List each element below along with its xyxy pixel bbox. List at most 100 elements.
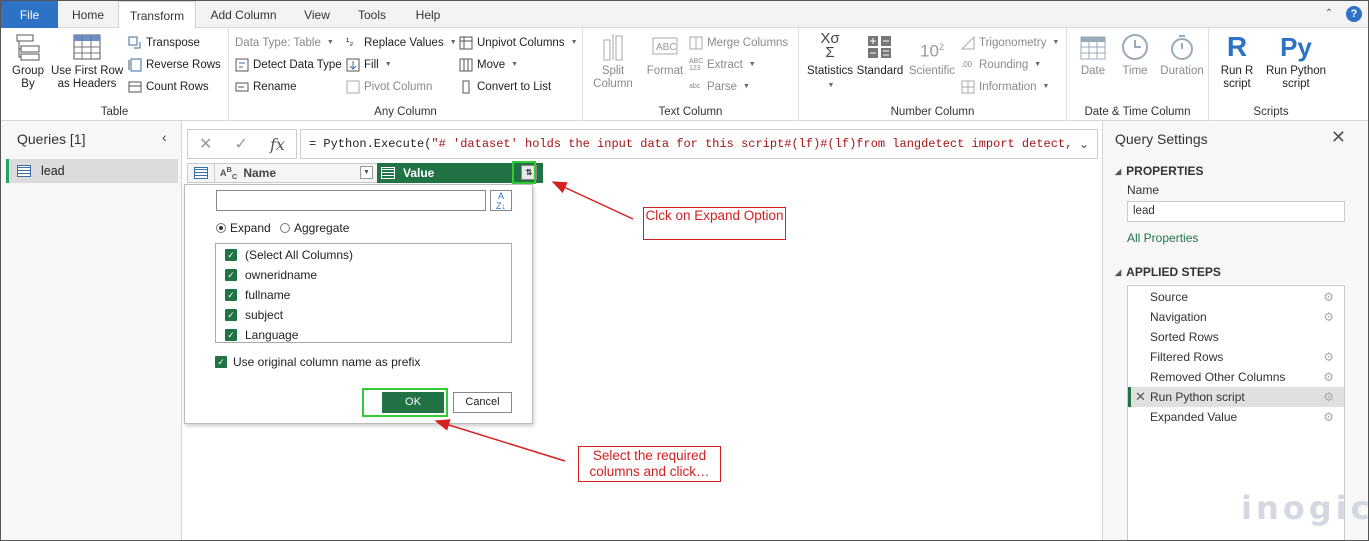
name-label: Name	[1127, 183, 1160, 197]
collapse-ribbon-icon[interactable]: ⌃	[1322, 7, 1336, 21]
step-label: Sorted Rows	[1150, 330, 1219, 344]
column-option-subject[interactable]: ✓ subject	[225, 306, 283, 324]
step-filtered-rows[interactable]: Filtered Rows ⚙	[1128, 347, 1344, 367]
date-button[interactable]: Date	[1073, 32, 1113, 78]
standard-label: Standard	[856, 65, 904, 77]
close-icon[interactable]: ✕	[1331, 127, 1346, 148]
gear-icon[interactable]: ⚙	[1323, 287, 1334, 307]
convert-to-list-button[interactable]: Convert to List	[459, 78, 551, 96]
standard-button[interactable]: Standard	[855, 32, 905, 78]
step-navigation[interactable]: Navigation ⚙	[1128, 307, 1344, 327]
count-rows-button[interactable]: Count Rows	[128, 78, 209, 96]
tab-add-column[interactable]: Add Column	[196, 1, 291, 28]
menu-bar: File Home Transform Add Column View Tool…	[1, 1, 1368, 29]
step-expanded-value[interactable]: Expanded Value ⚙	[1128, 407, 1344, 427]
gear-icon[interactable]: ⚙	[1323, 387, 1334, 407]
use-first-row-button[interactable]: Use First Row as Headers	[51, 32, 123, 91]
duration-label: Duration	[1160, 65, 1204, 77]
group-label-any-column: Any Column	[374, 106, 437, 118]
run-r-script-button[interactable]: R Run R script	[1215, 32, 1259, 91]
all-properties-link[interactable]: All Properties	[1127, 231, 1198, 245]
scientific-button[interactable]: 102 Scientific	[907, 32, 957, 78]
properties-section[interactable]: ◢ PROPERTIES	[1115, 164, 1204, 178]
extract-button[interactable]: ABC 123 Extract ▼	[689, 56, 756, 74]
duration-button[interactable]: Duration	[1157, 32, 1207, 78]
expand-highlight	[512, 161, 536, 184]
parse-label: Parse	[707, 81, 738, 93]
group-by-icon	[13, 32, 43, 62]
query-settings-title: Query Settings	[1115, 131, 1208, 147]
tab-help[interactable]: Help	[401, 1, 455, 28]
aggregate-radio[interactable]: Aggregate	[280, 221, 349, 235]
merge-columns-button[interactable]: Merge Columns	[689, 34, 788, 52]
rename-icon	[235, 80, 249, 94]
trigonometry-button[interactable]: Trigonometry ▼	[960, 34, 1059, 52]
tab-tools[interactable]: Tools	[343, 1, 401, 28]
unpivot-columns-button[interactable]: Unpivot Columns ▼	[459, 34, 578, 52]
delete-step-icon[interactable]: ✕	[1135, 387, 1146, 407]
run-python-script-button[interactable]: Py Run Python script	[1261, 32, 1331, 91]
help-icon[interactable]: ?	[1346, 6, 1362, 22]
step-run-python-script[interactable]: ✕ Run Python script ⚙	[1128, 387, 1344, 407]
count-rows-icon	[128, 80, 142, 94]
statistics-button[interactable]: Xσ Σ Statistics ▼	[805, 31, 855, 92]
step-label: Removed Other Columns	[1150, 370, 1286, 384]
expand-radio[interactable]: Expand	[216, 221, 271, 235]
group-by-button[interactable]: Group By	[7, 32, 49, 91]
column-option-fullname[interactable]: ✓ fullname	[225, 286, 290, 304]
fill-button[interactable]: Fill ▼	[346, 56, 392, 74]
cancel-formula-icon[interactable]: ✕	[199, 134, 212, 154]
commit-formula-icon[interactable]: ✓	[235, 134, 248, 154]
unpivot-icon	[459, 36, 473, 50]
filter-dropdown-icon[interactable]: ▼	[360, 166, 373, 179]
fx-icon[interactable]: fx	[270, 135, 285, 154]
step-sorted-rows[interactable]: Sorted Rows	[1128, 327, 1344, 347]
rename-button[interactable]: Rename	[235, 78, 296, 96]
pivot-icon	[346, 80, 360, 94]
column-option-select-all[interactable]: ✓ (Select All Columns)	[225, 246, 353, 264]
data-type-dropdown[interactable]: Data Type: Table ▼	[235, 34, 334, 52]
gear-icon[interactable]: ⚙	[1323, 407, 1334, 427]
detect-data-type-button[interactable]: Detect Data Type	[235, 56, 342, 74]
transpose-button[interactable]: Transpose	[128, 34, 200, 52]
step-label: Expanded Value	[1150, 410, 1238, 424]
parse-button[interactable]: abc Parse ▼	[689, 78, 750, 96]
cancel-button[interactable]: Cancel	[453, 392, 512, 413]
rounding-button[interactable]: .00 Rounding ▼	[961, 56, 1041, 74]
step-removed-other-columns[interactable]: Removed Other Columns ⚙	[1128, 367, 1344, 387]
column-header-name[interactable]: ABC Name ▼	[216, 164, 377, 182]
table-menu-button[interactable]	[188, 164, 215, 182]
split-column-button[interactable]: Split Column	[591, 32, 635, 91]
ribbon: Group By Use First Row as Headers Transp…	[1, 28, 1368, 121]
format-button[interactable]: ABC Format	[643, 32, 687, 78]
tab-view[interactable]: View	[291, 1, 343, 28]
sort-az-icon[interactable]: A Z↓	[490, 190, 512, 211]
formula-input[interactable]: = Python.Execute("# 'dataset' holds the …	[300, 129, 1098, 159]
replace-values-button[interactable]: ¹₂ Replace Values ▼	[346, 34, 457, 52]
step-source[interactable]: Source ⚙	[1128, 287, 1344, 307]
time-button[interactable]: Time	[1115, 32, 1155, 78]
tab-transform[interactable]: Transform	[118, 1, 196, 29]
reverse-rows-button[interactable]: Reverse Rows	[128, 56, 221, 74]
query-name-input[interactable]: lead	[1127, 201, 1345, 222]
scientific-label: Scientific	[908, 65, 956, 77]
tab-home[interactable]: Home	[58, 1, 118, 28]
chevron-left-icon[interactable]: ‹	[162, 129, 167, 145]
gear-icon[interactable]: ⚙	[1323, 347, 1334, 367]
applied-steps-section[interactable]: ◢ APPLIED STEPS	[1115, 265, 1221, 279]
split-column-icon	[598, 32, 628, 62]
gear-icon[interactable]: ⚙	[1323, 307, 1334, 327]
chevron-down-icon: ▼	[570, 39, 578, 46]
column-search-input[interactable]	[216, 190, 486, 211]
column-option-owneridname[interactable]: ✓ owneridname	[225, 266, 317, 284]
tab-file[interactable]: File	[1, 1, 58, 28]
information-button[interactable]: Information ▼	[961, 78, 1049, 96]
pivot-column-button[interactable]: Pivot Column	[346, 78, 432, 96]
queries-pane: Queries [1] ‹ lead	[1, 121, 182, 540]
chevron-down-icon[interactable]: ⌄	[1079, 130, 1089, 158]
column-option-language[interactable]: ✓ Language	[225, 326, 298, 342]
gear-icon[interactable]: ⚙	[1323, 367, 1334, 387]
move-button[interactable]: Move ▼	[459, 56, 518, 74]
prefix-checkbox[interactable]: ✓ Use original column name as prefix	[215, 355, 420, 369]
query-item-lead[interactable]: lead	[6, 159, 178, 183]
